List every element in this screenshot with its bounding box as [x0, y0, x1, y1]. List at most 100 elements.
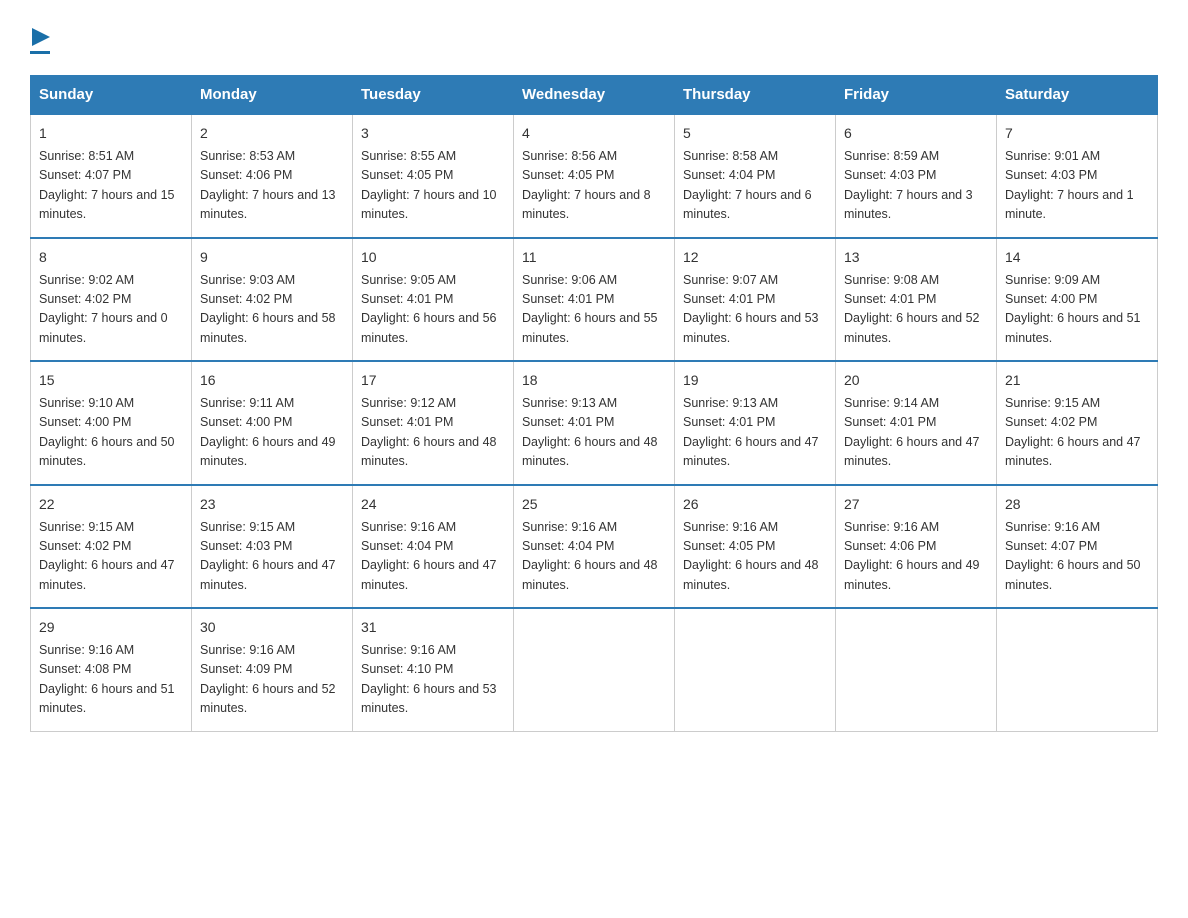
calendar-cell: 6 Sunrise: 8:59 AMSunset: 4:03 PMDaylight…: [836, 114, 997, 238]
day-info: Sunrise: 9:02 AMSunset: 4:02 PMDaylight:…: [39, 273, 168, 345]
day-number: 9: [200, 247, 344, 268]
calendar-cell: 25 Sunrise: 9:16 AMSunset: 4:04 PMDayligh…: [514, 485, 675, 609]
day-number: 24: [361, 494, 505, 515]
calendar-cell: 18Sunrise: 9:13 AMSunset: 4:01 PMDayligh…: [514, 361, 675, 485]
col-header-monday: Monday: [192, 76, 353, 115]
day-number: 2: [200, 123, 344, 144]
calendar-week-3: 15 Sunrise: 9:10 AMSunset: 4:00 PMDayligh…: [31, 361, 1158, 485]
day-number: 8: [39, 247, 183, 268]
day-info: Sunrise: 8:53 AMSunset: 4:06 PMDaylight:…: [200, 149, 336, 221]
day-number: 10: [361, 247, 505, 268]
logo: [30, 20, 50, 55]
calendar-cell: 31 Sunrise: 9:16 AMSunset: 4:10 PMDayligh…: [353, 608, 514, 731]
day-info: Sunrise: 8:55 AMSunset: 4:05 PMDaylight:…: [361, 149, 497, 221]
day-info: Sunrise: 9:15 AMSunset: 4:03 PMDaylight:…: [200, 520, 336, 592]
day-number: 19: [683, 370, 827, 391]
calendar-cell: 30 Sunrise: 9:16 AMSunset: 4:09 PMDayligh…: [192, 608, 353, 731]
day-number: 13: [844, 247, 988, 268]
day-number: 17: [361, 370, 505, 391]
day-info: Sunrise: 9:16 AMSunset: 4:09 PMDaylight:…: [200, 643, 336, 715]
day-info: Sunrise: 9:15 AMSunset: 4:02 PMDaylight:…: [39, 520, 175, 592]
calendar-cell: [675, 608, 836, 731]
day-number: 7: [1005, 123, 1149, 144]
day-info: Sunrise: 8:58 AMSunset: 4:04 PMDaylight:…: [683, 149, 812, 221]
calendar-cell: [514, 608, 675, 731]
day-number: 27: [844, 494, 988, 515]
day-info: Sunrise: 9:16 AMSunset: 4:04 PMDaylight:…: [361, 520, 497, 592]
calendar-header-row: SundayMondayTuesdayWednesdayThursdayFrid…: [31, 76, 1158, 115]
day-number: 26: [683, 494, 827, 515]
calendar-cell: 7 Sunrise: 9:01 AMSunset: 4:03 PMDaylight…: [997, 114, 1158, 238]
day-number: 3: [361, 123, 505, 144]
day-info: Sunrise: 9:01 AMSunset: 4:03 PMDaylight:…: [1005, 149, 1134, 221]
calendar-cell: 19Sunrise: 9:13 AMSunset: 4:01 PMDayligh…: [675, 361, 836, 485]
logo-top: [30, 20, 50, 51]
calendar-week-2: 8 Sunrise: 9:02 AMSunset: 4:02 PMDaylight…: [31, 238, 1158, 362]
calendar-cell: 15 Sunrise: 9:10 AMSunset: 4:00 PMDayligh…: [31, 361, 192, 485]
day-info: Sunrise: 9:05 AMSunset: 4:01 PMDaylight:…: [361, 273, 497, 345]
day-number: 12: [683, 247, 827, 268]
day-info: Sunrise: 9:10 AMSunset: 4:00 PMDaylight:…: [39, 396, 175, 468]
calendar-cell: 2 Sunrise: 8:53 AMSunset: 4:06 PMDaylight…: [192, 114, 353, 238]
day-number: 29: [39, 617, 183, 638]
calendar-cell: [997, 608, 1158, 731]
calendar-cell: 5 Sunrise: 8:58 AMSunset: 4:04 PMDaylight…: [675, 114, 836, 238]
col-header-sunday: Sunday: [31, 76, 192, 115]
day-info: Sunrise: 9:15 AMSunset: 4:02 PMDaylight:…: [1005, 396, 1141, 468]
col-header-tuesday: Tuesday: [353, 76, 514, 115]
calendar-cell: [836, 608, 997, 731]
logo-arrow-icon: [32, 20, 50, 51]
calendar-week-4: 22Sunrise: 9:15 AMSunset: 4:02 PMDayligh…: [31, 485, 1158, 609]
day-number: 20: [844, 370, 988, 391]
day-info: Sunrise: 8:51 AMSunset: 4:07 PMDaylight:…: [39, 149, 175, 221]
calendar-table: SundayMondayTuesdayWednesdayThursdayFrid…: [30, 75, 1158, 732]
day-info: Sunrise: 9:08 AMSunset: 4:01 PMDaylight:…: [844, 273, 980, 345]
day-info: Sunrise: 9:11 AMSunset: 4:00 PMDaylight:…: [200, 396, 336, 468]
day-info: Sunrise: 9:06 AMSunset: 4:01 PMDaylight:…: [522, 273, 658, 345]
col-header-saturday: Saturday: [997, 76, 1158, 115]
calendar-week-5: 29 Sunrise: 9:16 AMSunset: 4:08 PMDayligh…: [31, 608, 1158, 731]
calendar-cell: 12 Sunrise: 9:07 AMSunset: 4:01 PMDayligh…: [675, 238, 836, 362]
calendar-cell: 17Sunrise: 9:12 AMSunset: 4:01 PMDayligh…: [353, 361, 514, 485]
day-number: 28: [1005, 494, 1149, 515]
col-header-friday: Friday: [836, 76, 997, 115]
day-info: Sunrise: 9:16 AMSunset: 4:06 PMDaylight:…: [844, 520, 980, 592]
calendar-cell: 3 Sunrise: 8:55 AMSunset: 4:05 PMDaylight…: [353, 114, 514, 238]
day-number: 4: [522, 123, 666, 144]
day-number: 1: [39, 123, 183, 144]
calendar-cell: 14Sunrise: 9:09 AMSunset: 4:00 PMDayligh…: [997, 238, 1158, 362]
day-number: 5: [683, 123, 827, 144]
day-info: Sunrise: 9:14 AMSunset: 4:01 PMDaylight:…: [844, 396, 980, 468]
day-number: 6: [844, 123, 988, 144]
day-info: Sunrise: 8:56 AMSunset: 4:05 PMDaylight:…: [522, 149, 651, 221]
day-number: 11: [522, 247, 666, 268]
calendar-cell: 21Sunrise: 9:15 AMSunset: 4:02 PMDayligh…: [997, 361, 1158, 485]
calendar-cell: 8 Sunrise: 9:02 AMSunset: 4:02 PMDaylight…: [31, 238, 192, 362]
calendar-cell: 9Sunrise: 9:03 AMSunset: 4:02 PMDaylight…: [192, 238, 353, 362]
day-number: 14: [1005, 247, 1149, 268]
day-info: Sunrise: 9:16 AMSunset: 4:04 PMDaylight:…: [522, 520, 658, 592]
day-info: Sunrise: 9:16 AMSunset: 4:10 PMDaylight:…: [361, 643, 497, 715]
calendar-cell: 11 Sunrise: 9:06 AMSunset: 4:01 PMDayligh…: [514, 238, 675, 362]
logo-blue-text: [30, 51, 50, 55]
calendar-cell: 20 Sunrise: 9:14 AMSunset: 4:01 PMDayligh…: [836, 361, 997, 485]
calendar-cell: 24 Sunrise: 9:16 AMSunset: 4:04 PMDayligh…: [353, 485, 514, 609]
calendar-cell: 27 Sunrise: 9:16 AMSunset: 4:06 PMDayligh…: [836, 485, 997, 609]
day-info: Sunrise: 9:16 AMSunset: 4:05 PMDaylight:…: [683, 520, 819, 592]
day-number: 30: [200, 617, 344, 638]
calendar-cell: 16Sunrise: 9:11 AMSunset: 4:00 PMDayligh…: [192, 361, 353, 485]
calendar-cell: 1 Sunrise: 8:51 AMSunset: 4:07 PMDaylight…: [31, 114, 192, 238]
day-info: Sunrise: 9:16 AMSunset: 4:07 PMDaylight:…: [1005, 520, 1141, 592]
calendar-cell: 26 Sunrise: 9:16 AMSunset: 4:05 PMDayligh…: [675, 485, 836, 609]
day-number: 31: [361, 617, 505, 638]
day-info: Sunrise: 8:59 AMSunset: 4:03 PMDaylight:…: [844, 149, 973, 221]
day-info: Sunrise: 9:16 AMSunset: 4:08 PMDaylight:…: [39, 643, 175, 715]
day-info: Sunrise: 9:07 AMSunset: 4:01 PMDaylight:…: [683, 273, 819, 345]
day-info: Sunrise: 9:13 AMSunset: 4:01 PMDaylight:…: [522, 396, 658, 468]
calendar-cell: 4 Sunrise: 8:56 AMSunset: 4:05 PMDaylight…: [514, 114, 675, 238]
calendar-week-1: 1 Sunrise: 8:51 AMSunset: 4:07 PMDaylight…: [31, 114, 1158, 238]
calendar-cell: 22Sunrise: 9:15 AMSunset: 4:02 PMDayligh…: [31, 485, 192, 609]
page-header: [30, 20, 1158, 55]
day-number: 25: [522, 494, 666, 515]
day-number: 15: [39, 370, 183, 391]
